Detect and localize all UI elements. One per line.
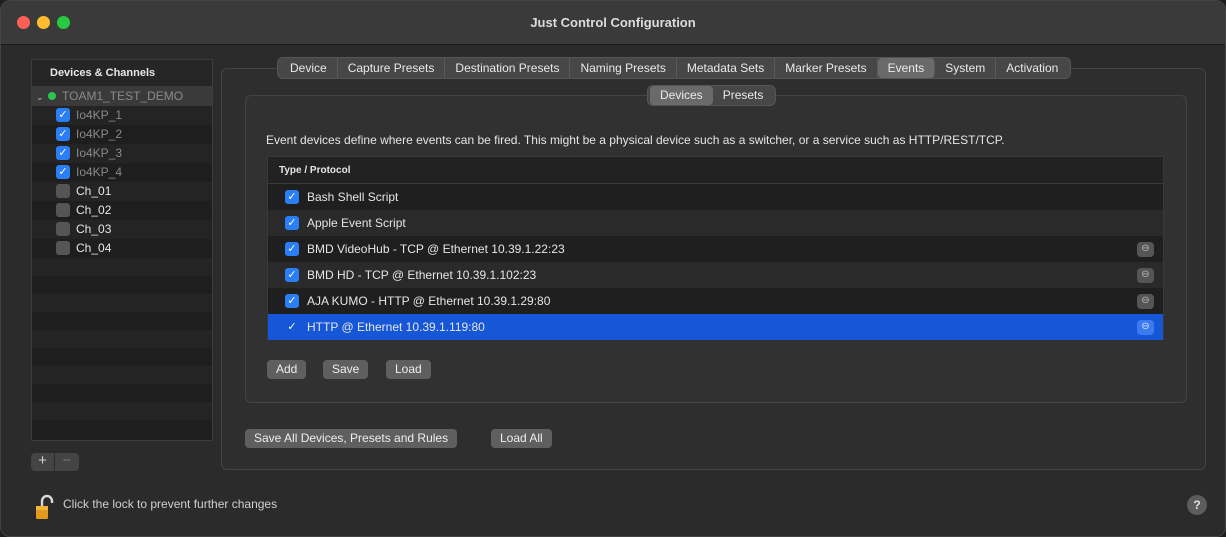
checkbox-checked-icon[interactable]: ✓ bbox=[285, 215, 299, 230]
empty-row bbox=[32, 348, 212, 366]
event-devices-table: Type / Protocol ✓ Bash Shell Script ✓ Apple… bbox=[267, 156, 1164, 340]
subtab-devices[interactable]: Devices bbox=[650, 86, 713, 105]
tab-metadata-sets[interactable]: Metadata Sets bbox=[677, 58, 776, 78]
tree-root-label: TOAM1_TEST_DEMO bbox=[62, 89, 184, 103]
event-device-label: BMD VideoHub - TCP @ Ethernet 10.39.1.22… bbox=[307, 242, 565, 256]
tree-item-channel[interactable]: Ch_04 bbox=[32, 239, 212, 258]
tab-system[interactable]: System bbox=[935, 58, 997, 78]
table-row[interactable]: ✓ BMD HD - TCP @ Ethernet 10.39.1.102:23 ⊖ bbox=[268, 262, 1163, 288]
tree-item-label: Io4KP_1 bbox=[76, 108, 123, 122]
device-tree: ⌄ TOAM1_TEST_DEMO ✓ Io4KP_1 ✓ Io4KP_2 ✓ Io4KP_… bbox=[32, 87, 212, 258]
empty-row bbox=[32, 330, 212, 348]
empty-row bbox=[32, 402, 212, 420]
column-header-type-protocol[interactable]: Type / Protocol bbox=[268, 157, 1163, 184]
empty-row bbox=[32, 258, 212, 276]
sidebar-add-remove-control: + − bbox=[31, 453, 79, 471]
chevron-down-icon[interactable]: ⌄ bbox=[36, 88, 46, 107]
table-row[interactable]: ✓ Apple Event Script bbox=[268, 210, 1163, 236]
checkbox-checked-icon[interactable]: ✓ bbox=[56, 145, 70, 160]
events-description: Event devices define where events can be… bbox=[266, 133, 1005, 147]
save-event-devices-button[interactable]: Save bbox=[323, 360, 369, 379]
remove-row-icon[interactable]: ⊖ bbox=[1137, 320, 1154, 335]
add-device-button[interactable]: + bbox=[31, 453, 55, 471]
tree-item-channel[interactable]: Ch_02 bbox=[32, 201, 212, 220]
empty-row bbox=[32, 276, 212, 294]
tab-activation[interactable]: Activation bbox=[996, 58, 1068, 78]
tree-item-channel[interactable]: ✓ Io4KP_2 bbox=[32, 125, 212, 144]
table-row[interactable]: ✓ Bash Shell Script bbox=[268, 184, 1163, 210]
devices-channels-sidebar: Devices & Channels ⌄ TOAM1_TEST_DEMO ✓ Io4… bbox=[31, 59, 213, 441]
empty-row bbox=[32, 384, 212, 402]
app-window: Just Control Configuration Devices & Cha… bbox=[0, 0, 1226, 537]
table-row[interactable]: ✓ AJA KUMO - HTTP @ Ethernet 10.39.1.29:8… bbox=[268, 288, 1163, 314]
tree-item-label: Ch_04 bbox=[76, 241, 112, 255]
save-all-button[interactable]: Save All Devices, Presets and Rules bbox=[245, 429, 458, 448]
checkbox-checked-icon[interactable]: ✓ bbox=[56, 107, 70, 122]
tree-item-channel[interactable]: Ch_01 bbox=[32, 182, 212, 201]
checkbox-checked-icon[interactable]: ✓ bbox=[285, 293, 299, 308]
tab-naming-presets[interactable]: Naming Presets bbox=[570, 58, 677, 78]
main-tab-bar: Device Capture Presets Destination Presets… bbox=[277, 57, 1072, 79]
tree-item-label: Ch_02 bbox=[76, 203, 112, 217]
tree-item-channel[interactable]: ✓ Io4KP_3 bbox=[32, 144, 212, 163]
load-event-devices-button[interactable]: Load bbox=[386, 360, 431, 379]
remove-device-button[interactable]: − bbox=[55, 453, 79, 471]
tree-item-label: Ch_01 bbox=[76, 184, 112, 198]
tree-item-label: Io4KP_2 bbox=[76, 127, 123, 141]
add-event-device-button[interactable]: Add bbox=[267, 360, 307, 379]
remove-row-icon[interactable]: ⊖ bbox=[1137, 268, 1154, 283]
tree-item-channel[interactable]: Ch_03 bbox=[32, 220, 212, 239]
events-subtab-bar: Devices Presets bbox=[647, 85, 777, 106]
tree-item-channel[interactable]: ✓ Io4KP_4 bbox=[32, 163, 212, 182]
table-row[interactable]: ✓ BMD VideoHub - TCP @ Ethernet 10.39.1.2… bbox=[268, 236, 1163, 262]
subtab-presets[interactable]: Presets bbox=[713, 86, 774, 105]
event-devices-rows: ✓ Bash Shell Script ✓ Apple Event Script ✓ BM… bbox=[268, 184, 1163, 340]
tab-capture-presets[interactable]: Capture Presets bbox=[338, 58, 446, 78]
checkbox-checked-icon[interactable]: ✓ bbox=[285, 267, 299, 282]
checkbox-checked-icon[interactable]: ✓ bbox=[56, 164, 70, 179]
tree-item-label: Io4KP_4 bbox=[76, 165, 123, 179]
checkbox-checked-icon[interactable]: ✓ bbox=[285, 241, 299, 256]
help-button[interactable]: ? bbox=[1187, 495, 1207, 515]
checkbox-unchecked-icon[interactable] bbox=[56, 183, 70, 198]
checkbox-checked-icon[interactable]: ✓ bbox=[285, 189, 299, 204]
remove-row-icon[interactable]: ⊖ bbox=[1137, 242, 1154, 257]
checkbox-unchecked-icon[interactable] bbox=[56, 240, 70, 255]
checkbox-unchecked-icon[interactable] bbox=[56, 202, 70, 217]
empty-row bbox=[32, 420, 212, 438]
tab-device[interactable]: Device bbox=[280, 58, 338, 78]
event-device-label: HTTP @ Ethernet 10.39.1.119:80 bbox=[307, 320, 485, 334]
status-dot-icon bbox=[48, 91, 56, 100]
tab-destination-presets[interactable]: Destination Presets bbox=[445, 58, 571, 78]
event-device-label: Apple Event Script bbox=[307, 216, 406, 230]
empty-row bbox=[32, 294, 212, 312]
event-device-label: AJA KUMO - HTTP @ Ethernet 10.39.1.29:80 bbox=[307, 294, 551, 308]
lock-icon[interactable] bbox=[35, 494, 57, 520]
event-device-label: BMD HD - TCP @ Ethernet 10.39.1.102:23 bbox=[307, 268, 537, 282]
checkbox-checked-icon[interactable]: ✓ bbox=[56, 126, 70, 141]
empty-row bbox=[32, 366, 212, 384]
event-device-label: Bash Shell Script bbox=[307, 190, 399, 204]
tab-marker-presets[interactable]: Marker Presets bbox=[775, 58, 878, 78]
tree-root-device[interactable]: ⌄ TOAM1_TEST_DEMO bbox=[32, 87, 212, 106]
sidebar-empty-rows bbox=[32, 258, 212, 438]
sidebar-header: Devices & Channels bbox=[32, 60, 212, 87]
tree-item-label: Ch_03 bbox=[76, 222, 112, 236]
empty-row bbox=[32, 312, 212, 330]
tree-item-channel[interactable]: ✓ Io4KP_1 bbox=[32, 106, 212, 125]
checkbox-checked-icon[interactable]: ✓ bbox=[285, 320, 299, 334]
load-all-button[interactable]: Load All bbox=[491, 429, 552, 448]
lock-status-text: Click the lock to prevent further change… bbox=[63, 497, 278, 511]
title-bar[interactable]: Just Control Configuration bbox=[1, 1, 1225, 45]
checkbox-unchecked-icon[interactable] bbox=[56, 221, 70, 236]
window-title: Just Control Configuration bbox=[530, 15, 696, 30]
tree-item-label: Io4KP_3 bbox=[76, 146, 123, 160]
remove-row-icon[interactable]: ⊖ bbox=[1137, 294, 1154, 309]
tab-events[interactable]: Events bbox=[877, 58, 936, 78]
table-row[interactable]: ✓ HTTP @ Ethernet 10.39.1.119:80 ⊖ bbox=[268, 314, 1163, 340]
